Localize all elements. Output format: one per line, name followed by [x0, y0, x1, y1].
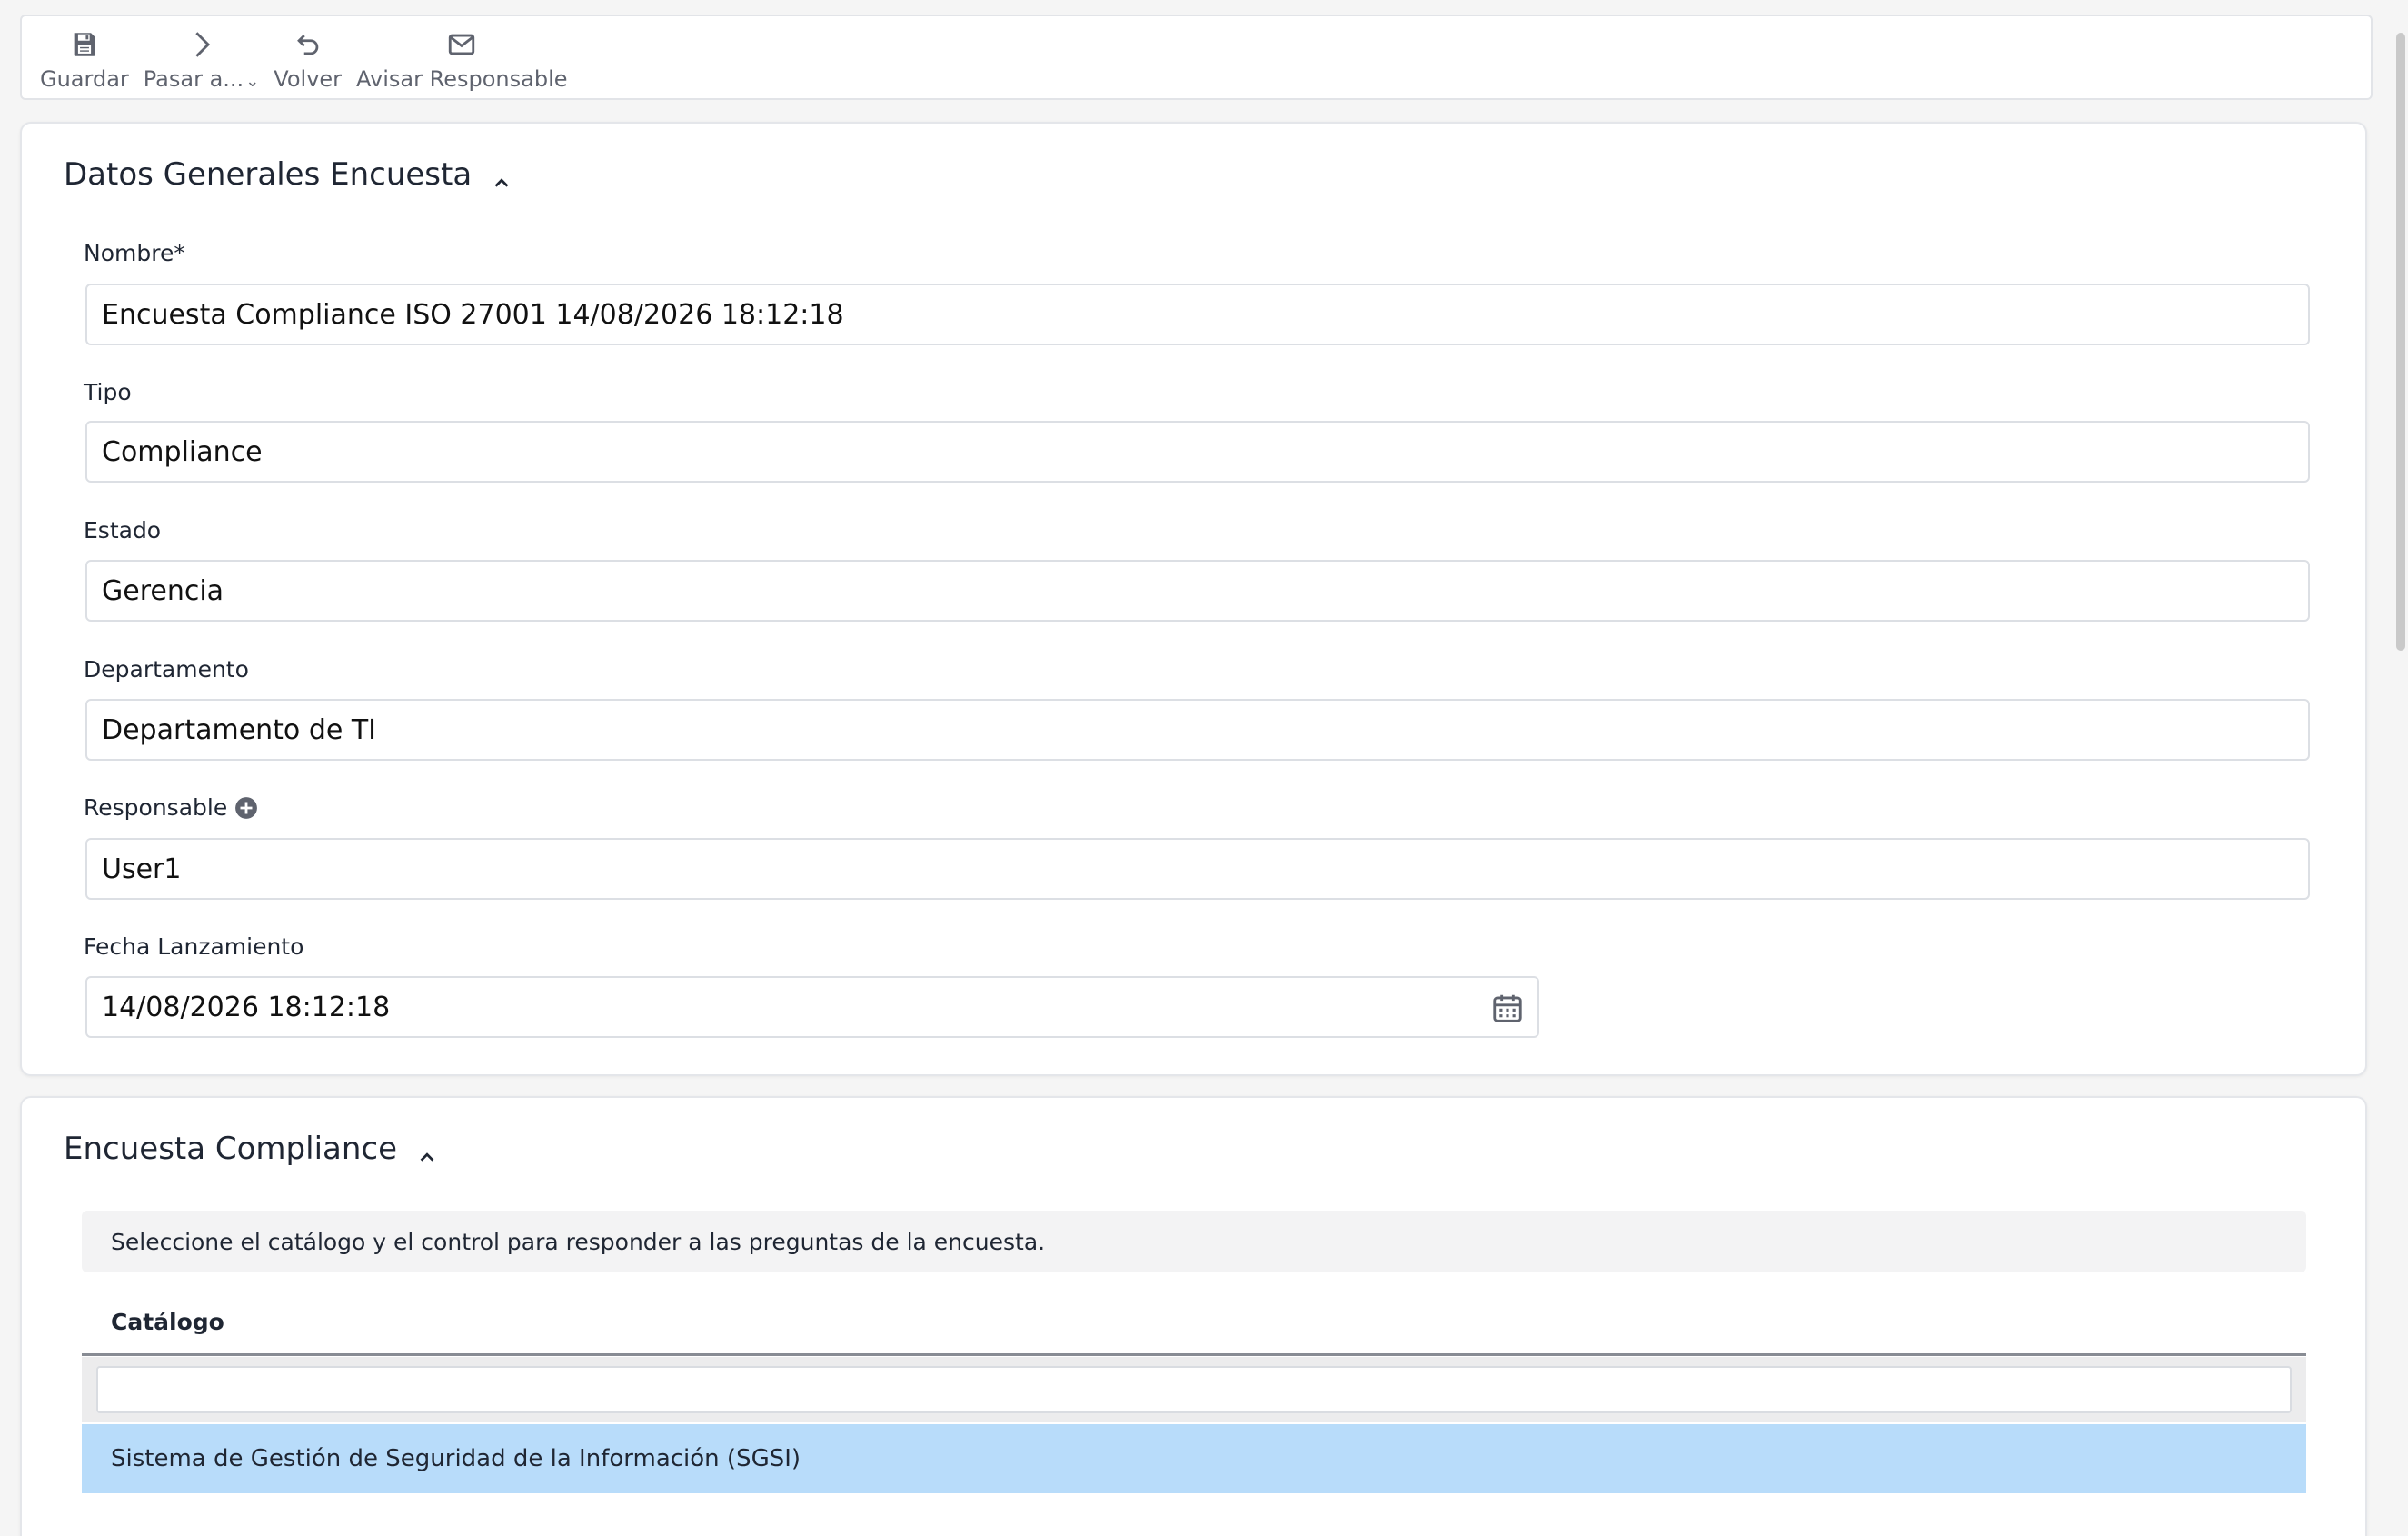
tipo-label: Tipo — [84, 379, 132, 405]
general-data-title: Datos Generales Encuesta — [64, 156, 512, 193]
envelope-icon — [446, 24, 477, 65]
fecha-label: Fecha Lanzamiento — [84, 933, 304, 960]
general-data-card: Datos Generales Encuesta Nombre* Encuest… — [20, 122, 2367, 1076]
back-button[interactable]: Volver — [274, 24, 342, 93]
departamento-value: Departamento de TI — [102, 713, 377, 746]
chevron-up-icon — [494, 178, 509, 187]
calendar-icon[interactable] — [1490, 991, 1525, 1025]
collapse-general-button[interactable] — [492, 165, 512, 187]
page-scrollbar[interactable] — [2392, 0, 2408, 1536]
catalog-filter-row — [82, 1357, 2306, 1422]
catalog-filter-input[interactable] — [96, 1366, 2292, 1413]
fecha-input[interactable]: 14/08/2026 18:12:18 — [85, 976, 1539, 1038]
fecha-value: 14/08/2026 18:12:18 — [102, 991, 391, 1023]
tipo-field[interactable]: Compliance — [85, 421, 2310, 483]
chevron-right-icon — [186, 24, 217, 65]
add-responsible-icon[interactable] — [234, 796, 258, 820]
nombre-label: Nombre* — [84, 240, 185, 266]
save-label: Guardar — [40, 66, 129, 92]
estado-field[interactable]: Gerencia — [85, 560, 2310, 622]
page: Guardar Pasar a... ⌄ Volver Avisar Respon… — [0, 0, 2408, 1536]
chevron-down-icon: ⌄ — [245, 72, 260, 91]
move-to-label: Pasar a... ⌄ — [143, 66, 260, 92]
catalog-row[interactable]: Sistema de Gestión de Seguridad de la In… — [82, 1424, 2306, 1493]
nombre-input[interactable]: Encuesta Compliance ISO 27001 14/08/2026… — [85, 284, 2310, 345]
collapse-compliance-button[interactable] — [417, 1139, 437, 1162]
toolbar: Guardar Pasar a... ⌄ Volver Avisar Respon… — [20, 15, 2373, 100]
catalog-column-header[interactable]: Catálogo — [82, 1291, 2306, 1356]
departamento-field[interactable]: Departamento de TI — [85, 699, 2310, 761]
scrollbar-thumb[interactable] — [2396, 33, 2405, 651]
move-to-button[interactable]: Pasar a... ⌄ — [143, 24, 260, 95]
compliance-card: Encuesta Compliance Seleccione el catálo… — [20, 1096, 2367, 1536]
responsable-label: Responsable — [84, 794, 258, 821]
estado-value: Gerencia — [102, 574, 224, 607]
save-button[interactable]: Guardar — [40, 24, 129, 93]
responsable-value: User1 — [102, 853, 182, 885]
compliance-title: Encuesta Compliance — [64, 1131, 437, 1167]
chevron-up-icon — [420, 1152, 434, 1162]
undo-icon — [293, 24, 323, 65]
notify-responsible-button[interactable]: Avisar Responsable — [356, 24, 568, 93]
notify-responsible-label: Avisar Responsable — [356, 66, 568, 92]
nombre-value: Encuesta Compliance ISO 27001 14/08/2026… — [102, 298, 844, 331]
back-label: Volver — [274, 66, 343, 92]
departamento-label: Departamento — [84, 656, 249, 683]
responsable-field[interactable]: User1 — [85, 838, 2310, 900]
compliance-hint: Seleccione el catálogo y el control para… — [82, 1211, 2306, 1272]
estado-label: Estado — [84, 517, 162, 544]
tipo-value: Compliance — [102, 435, 263, 468]
floppy-disk-icon — [69, 24, 100, 65]
